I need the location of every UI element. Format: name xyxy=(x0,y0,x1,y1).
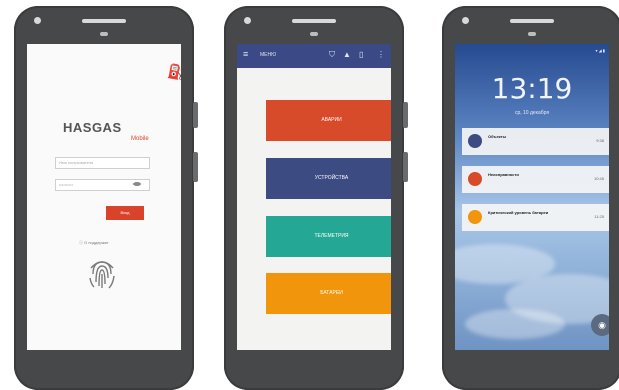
status-bar-icons: ▾ ◢ ▮ xyxy=(595,48,605,53)
menu-screen: ≡ МЕНЮ ⛉ ▲ ▯ ⋮ АВАРИИ УСТРОЙСТВА ТЕЛЕМЕТ… xyxy=(237,44,391,350)
camera-dot xyxy=(244,17,251,24)
tile-devices[interactable]: УСТРОЙСТВА xyxy=(266,158,391,199)
tile-alarms[interactable]: АВАРИИ xyxy=(266,100,391,141)
app-bar-title: МЕНЮ xyxy=(260,52,277,58)
more-icon[interactable]: ⋮ xyxy=(377,50,385,59)
login-screen: ⛽ HASGAS Mobile Имя пользователя •••••••… xyxy=(27,44,181,350)
brand-title: HASGAS xyxy=(63,120,122,135)
hamburger-icon[interactable]: ≡ xyxy=(243,49,248,59)
support-link[interactable]: ⓘ О поддержке xyxy=(79,240,108,246)
lock-clock: 13:19 xyxy=(491,72,573,105)
username-input[interactable]: Имя пользователя xyxy=(55,157,150,169)
fingerprint-icon[interactable] xyxy=(87,254,117,290)
volume-button xyxy=(193,102,198,128)
phone-menu: ≡ МЕНЮ ⛉ ▲ ▯ ⋮ АВАРИИ УСТРОЙСТВА ТЕЛЕМЕТ… xyxy=(224,6,408,390)
gas-meter-icon: ⛽ xyxy=(166,62,181,82)
brand-subtitle: Mobile xyxy=(131,136,149,142)
sensor xyxy=(528,32,536,36)
notification-time: 9:38 xyxy=(596,138,604,143)
phone-lockscreen: ▾ ◢ ▮ 13:19 ср, 10 декабря Объекты 9:38 … xyxy=(442,6,619,390)
notification-card[interactable]: Критический уровень батареи 11:25 xyxy=(462,204,609,231)
tile-telemetry[interactable]: ТЕЛЕМЕТРИЯ xyxy=(266,216,391,257)
tile-batteries[interactable]: БАТАРЕИ xyxy=(266,273,391,314)
notification-title: Объекты xyxy=(488,134,507,139)
warning-icon[interactable]: ▲ xyxy=(343,50,351,59)
notification-card[interactable]: Неисправности 10:45 xyxy=(462,166,609,193)
sensor xyxy=(310,32,318,36)
app-bar: ≡ МЕНЮ ⛉ ▲ ▯ ⋮ xyxy=(237,44,391,68)
power-button xyxy=(193,152,198,182)
battery-icon[interactable]: ▯ xyxy=(359,50,363,59)
alert-icon xyxy=(468,172,482,186)
support-label: О поддержке xyxy=(84,240,109,245)
notification-title: Критический уровень батареи xyxy=(488,210,549,215)
notification-time: 11:25 xyxy=(594,214,604,219)
volume-button xyxy=(403,102,408,128)
camera-dot xyxy=(462,17,469,24)
camera-icon[interactable]: ◉ xyxy=(591,314,609,336)
shield-icon[interactable]: ⛉ xyxy=(329,50,335,60)
cloud xyxy=(465,309,565,339)
lock-date: ср, 10 декабря xyxy=(514,110,550,116)
login-button[interactable]: Вход xyxy=(106,206,144,220)
speaker-grill xyxy=(292,19,336,23)
speaker-grill xyxy=(82,19,126,23)
camera-dot xyxy=(34,17,41,24)
objects-icon xyxy=(468,134,482,148)
sensor xyxy=(100,32,108,36)
speaker-grill xyxy=(510,19,554,23)
eye-icon[interactable] xyxy=(133,182,141,186)
notification-card[interactable]: Объекты 9:38 xyxy=(462,128,609,155)
notification-time: 10:45 xyxy=(593,176,604,181)
phone-login: ⛽ HASGAS Mobile Имя пользователя •••••••… xyxy=(14,6,198,390)
battery-warning-icon xyxy=(468,210,482,224)
lock-screen: ▾ ◢ ▮ 13:19 ср, 10 декабря Объекты 9:38 … xyxy=(455,44,609,350)
notification-title: Неисправности xyxy=(488,172,519,177)
power-button xyxy=(403,152,408,182)
